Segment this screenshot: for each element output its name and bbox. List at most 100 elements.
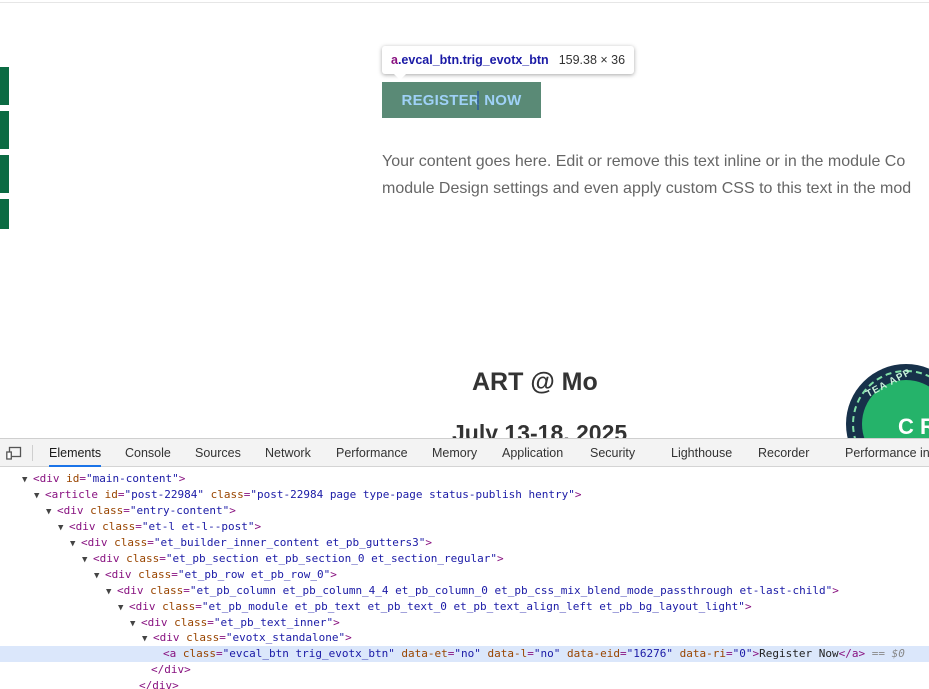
dom-attr-value: "post-22984 page type-page status-publis…: [250, 488, 575, 501]
dom-attr-name: class: [143, 584, 184, 597]
dom-node[interactable]: </div>: [0, 662, 929, 678]
dom-node[interactable]: ▼ <div class="et_builder_inner_content et…: [0, 535, 929, 551]
dom-node[interactable]: ▼ <div id="main-content">: [0, 471, 929, 487]
dom-node[interactable]: ▼ <div class="entry-content">: [0, 503, 929, 519]
dom-tag: <div: [57, 504, 84, 517]
tooltip-size: 159.38 × 36: [558, 53, 626, 67]
dom-node[interactable]: ▼ <div class="et_pb_section et_pb_section…: [0, 551, 929, 567]
register-now-button[interactable]: REGISTER NOW: [382, 82, 541, 118]
dom-attr-name: id: [97, 488, 118, 501]
dom-tag-close: >: [333, 616, 340, 629]
expand-triangle-icon: ▼: [70, 539, 76, 549]
dom-attr-eq: =: [216, 647, 223, 660]
dom-attr-eq: =: [620, 647, 627, 660]
dom-attr-eq: =: [195, 600, 202, 613]
tooltip-classes: .evcal_btn.trig_evotx_btn: [397, 53, 549, 67]
dom-tag: <div: [33, 472, 60, 485]
dom-node[interactable]: ▼ <div class="et-l et-l--post">: [0, 519, 929, 535]
side-tab-1[interactable]: [0, 67, 9, 105]
dom-node[interactable]: ▼ <div class="et_pb_row et_pb_row_0">: [0, 567, 929, 583]
tab-elements[interactable]: Elements: [49, 439, 102, 467]
dom-tag-close: >: [744, 600, 752, 613]
dom-attr-eq: =: [725, 647, 733, 660]
dom-attr-eq: =: [219, 631, 226, 644]
dom-tag-close: >: [345, 631, 352, 644]
dom-node-selected[interactable]: <a class="evcal_btn trig_evotx_btn" data…: [0, 646, 929, 662]
dom-tag: <article: [45, 488, 98, 501]
device-toolbar-icon[interactable]: [6, 446, 22, 460]
content-text-line-2: module Design settings and even apply cu…: [382, 180, 912, 197]
expand-triangle-icon: ▼: [106, 587, 112, 597]
tab-sources[interactable]: Sources: [195, 439, 241, 467]
dom-attr-eq: =: [527, 647, 534, 660]
tooltip-selector: a.evcal_btn.trig_evotx_btn: [391, 53, 549, 67]
dom-attr-value: "no": [533, 647, 561, 660]
dom-attr-name: data-l: [480, 647, 528, 660]
event-title: ART @ Mo: [472, 368, 598, 396]
dom-attr-eq: =: [147, 536, 154, 549]
dom-tag-close: >: [832, 584, 839, 597]
dom-attr-name: class: [203, 488, 244, 501]
dom-tag-close: >: [178, 472, 186, 485]
dom-attr-name: data-ri: [673, 647, 726, 660]
side-tab-4[interactable]: [0, 199, 9, 229]
dom-attr-name: class: [176, 647, 216, 660]
dom-attr-value: "et_pb_text_inner": [213, 616, 334, 629]
dom-attr-name: id: [59, 472, 80, 485]
dom-attr-value: "et-l et-l--post": [141, 520, 255, 533]
tab-memory[interactable]: Memory: [432, 439, 477, 467]
dom-attr-value: "evcal_btn trig_evotx_btn": [222, 647, 395, 660]
dom-attr-eq: =: [207, 616, 214, 629]
dom-tag-close: >: [497, 552, 504, 565]
dom-tag-close: >: [172, 679, 179, 689]
top-divider: [0, 2, 929, 3]
dom-tag: <div: [117, 584, 144, 597]
dom-node[interactable]: ▼ <div class="evotx_standalone">: [0, 630, 929, 646]
dom-tag-close: >: [330, 568, 337, 581]
dom-node[interactable]: ▼ <div class="et_pb_module et_pb_text et_…: [0, 599, 929, 615]
dom-tag: <a: [163, 647, 177, 660]
tab-console[interactable]: Console: [125, 439, 171, 467]
tab-application[interactable]: Application: [502, 439, 563, 467]
dom-attr-value: "et_pb_section et_pb_section_0 et_sectio…: [165, 552, 498, 565]
dom-tag-close: >: [229, 504, 236, 517]
dom-attr-name: class: [83, 504, 124, 517]
dom-attr-name: class: [155, 600, 196, 613]
dom-attr-value: "post-22984": [124, 488, 204, 501]
tab-network[interactable]: Network: [265, 439, 311, 467]
dom-attr-value: "0": [732, 647, 753, 660]
dom-attr-name: data-et: [394, 647, 448, 660]
expand-triangle-icon: ▼: [22, 475, 28, 485]
badge-mark: C R: [898, 414, 929, 438]
side-tab-3[interactable]: [0, 155, 9, 193]
dom-attr-name: class: [119, 552, 160, 565]
dom-attr-name: data-eid: [560, 647, 621, 660]
dom-node[interactable]: ▼ <div class="et_pb_column et_pb_column_4…: [0, 583, 929, 599]
tab-security[interactable]: Security: [590, 439, 635, 467]
dom-node[interactable]: </div>: [0, 678, 929, 689]
dom-tag-close: >: [184, 663, 191, 676]
dom-attr-value: "et_pb_row et_pb_row_0": [177, 568, 331, 581]
dom-tag: </div: [139, 679, 173, 689]
expand-triangle-icon: ▼: [58, 523, 64, 533]
dom-attr-eq: =: [79, 472, 86, 485]
event-date: July 13-18, 2025: [452, 420, 628, 438]
tab-recorder[interactable]: Recorder: [758, 439, 809, 467]
devtools-panel: Elements Console Sources Network Perform…: [0, 438, 929, 689]
dom-tag: <div: [141, 616, 168, 629]
dom-node[interactable]: ▼ <article id="post-22984" class="post-22…: [0, 487, 929, 503]
dom-attr-value: "16276": [626, 647, 673, 660]
dom-tag: <div: [129, 600, 156, 613]
dom-attr-value: "et_builder_inner_content et_pb_gutters3…: [153, 536, 426, 549]
tab-performance-insights[interactable]: Performance in: [845, 439, 929, 467]
dom-tag: <div: [93, 552, 120, 565]
tab-performance[interactable]: Performance: [336, 439, 408, 467]
dom-tag-close: >: [254, 520, 262, 533]
side-tab-2[interactable]: [0, 111, 9, 149]
tab-lighthouse[interactable]: Lighthouse: [671, 439, 732, 467]
dom-node[interactable]: ▼ <div class="et_pb_text_inner">: [0, 615, 929, 631]
dom-attr-name: class: [179, 631, 220, 644]
dom-attr-eq: =: [135, 520, 142, 533]
web-page-viewport: a.evcal_btn.trig_evotx_btn 159.38 × 36 R…: [0, 0, 929, 438]
dom-attr-eq: =: [183, 584, 190, 597]
